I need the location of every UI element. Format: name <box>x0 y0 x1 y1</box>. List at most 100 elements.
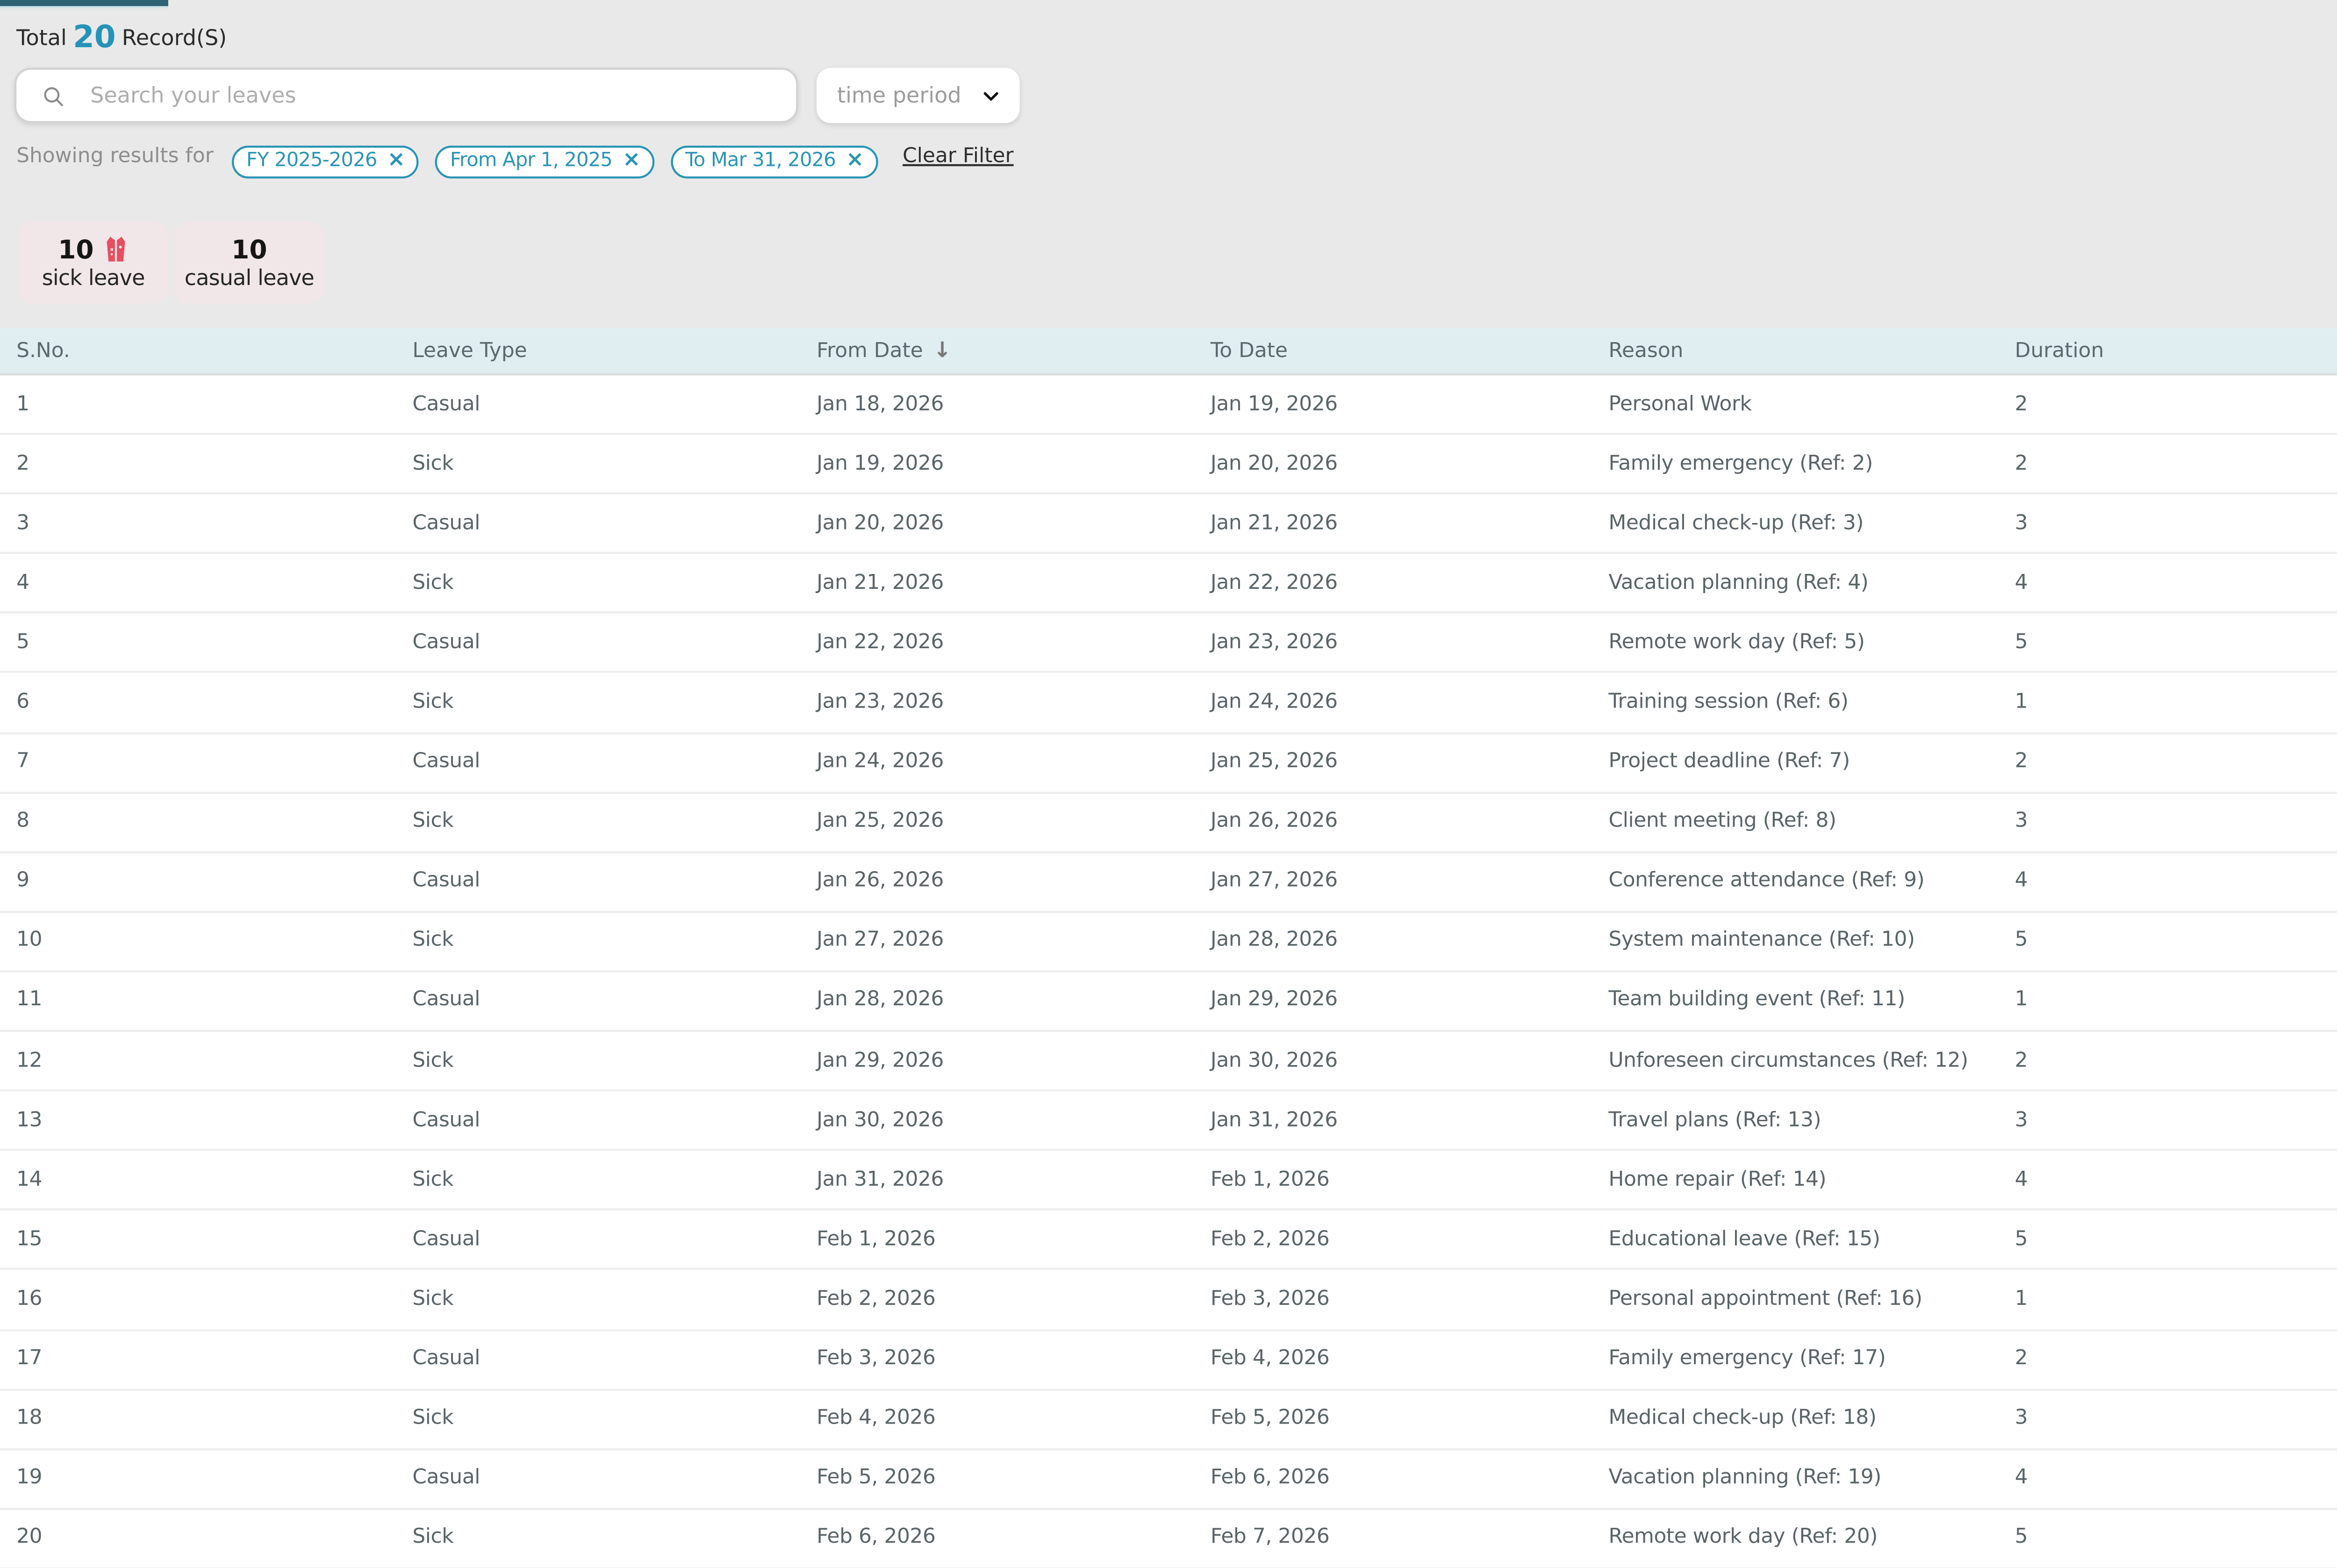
cell-from-date: Jan 18, 2026 <box>817 393 1211 415</box>
table-row: 16SickFeb 2, 2026Feb 3, 2026Personal app… <box>0 1271 2337 1331</box>
table-row: 20SickFeb 6, 2026Feb 7, 2026Remote work … <box>0 1510 2337 1568</box>
stat-label: casual leave <box>185 267 314 292</box>
cell-from-date: Jan 31, 2026 <box>817 1169 1211 1191</box>
table-row: 5CasualJan 22, 2026Jan 23, 2026Remote wo… <box>0 614 2337 674</box>
cell-leave-type: Casual <box>412 512 817 535</box>
column-header-from-date[interactable]: From Date↓ <box>817 338 1211 363</box>
cell-leave-type: Sick <box>412 1050 817 1072</box>
filter-chip: FY 2025-2026 × <box>232 145 419 178</box>
table-row: 7CasualJan 24, 2026Jan 25, 2026Project d… <box>0 734 2337 794</box>
cell-to-date: Feb 4, 2026 <box>1211 1348 1609 1370</box>
filter-chip-label: FY 2025-2026 <box>246 150 377 173</box>
chip-close-icon[interactable]: × <box>623 152 640 171</box>
cell-leave-type: Casual <box>412 393 817 415</box>
cell-leave-type: Casual <box>412 1348 817 1370</box>
cell-from-date: Jan 29, 2026 <box>817 1050 1211 1072</box>
tab-indicator-strip <box>0 6 168 8</box>
clear-filter-link[interactable]: Clear Filter <box>903 146 1014 168</box>
table-row: 18SickFeb 4, 2026Feb 5, 2026Medical chec… <box>0 1390 2337 1450</box>
table-body: 1CasualJan 18, 2026Jan 19, 2026Personal … <box>0 375 2337 1568</box>
leave-balance-cards: 10sick leave10casual leave <box>19 222 324 304</box>
table-row: 9CasualJan 26, 2026Jan 27, 2026Conferenc… <box>0 853 2337 913</box>
cell-sno: 15 <box>16 1229 412 1251</box>
cell-reason: Personal Work <box>1609 393 2015 415</box>
cell-duration: 1 <box>2015 691 2337 714</box>
table-header-row: S.No. Leave Type From Date↓To DateReasonDu… <box>0 328 2337 375</box>
column-header-to-date[interactable]: To Date <box>1211 339 1609 362</box>
cell-from-date: Feb 4, 2026 <box>817 1408 1211 1430</box>
cell-to-date: Jan 22, 2026 <box>1211 572 1609 594</box>
cell-from-date: Jan 28, 2026 <box>817 990 1211 1012</box>
sort-desc-icon[interactable]: ↓ <box>933 338 952 363</box>
cell-from-date: Jan 26, 2026 <box>817 871 1211 893</box>
cell-sno: 17 <box>16 1348 412 1370</box>
total-records-prefix: Total <box>16 26 67 50</box>
cell-to-date: Feb 6, 2026 <box>1211 1468 1609 1490</box>
sick-leave-vest-icon <box>102 234 129 265</box>
cell-duration: 4 <box>2015 871 2337 893</box>
cell-reason: Medical check-up (Ref: 18) <box>1609 1408 2015 1430</box>
cell-reason: Family emergency (Ref: 2) <box>1609 453 2015 475</box>
column-header-leave-type[interactable]: Leave Type <box>412 339 817 362</box>
cell-sno: 16 <box>16 1289 412 1311</box>
table-row: 8SickJan 25, 2026Jan 26, 2026Client meet… <box>0 793 2337 853</box>
table-row: 4SickJan 21, 2026Jan 22, 2026Vacation pl… <box>0 554 2337 614</box>
stat-card-top: 10 <box>231 234 267 265</box>
cell-leave-type: Sick <box>412 691 817 714</box>
cell-to-date: Feb 5, 2026 <box>1211 1408 1609 1430</box>
cell-to-date: Jan 26, 2026 <box>1211 811 1609 833</box>
cell-to-date: Jan 24, 2026 <box>1211 691 1609 714</box>
tab-indicator-bar <box>0 0 168 6</box>
cell-to-date: Jan 20, 2026 <box>1211 453 1609 475</box>
table-row: 3CasualJan 20, 2026Jan 21, 2026Medical c… <box>0 495 2337 555</box>
time-period-value: time period <box>837 83 961 108</box>
cell-sno: 14 <box>16 1169 412 1191</box>
cell-to-date: Feb 1, 2026 <box>1211 1169 1609 1191</box>
chip-close-icon[interactable]: × <box>846 152 864 171</box>
cell-from-date: Feb 3, 2026 <box>817 1348 1211 1370</box>
cell-sno: 11 <box>16 990 412 1012</box>
cell-reason: Vacation planning (Ref: 4) <box>1609 572 2015 594</box>
cell-sno: 20 <box>16 1527 412 1549</box>
column-header-label: Duration <box>2015 339 2104 362</box>
active-tab-indicator <box>0 0 168 8</box>
column-header-reason[interactable]: Reason <box>1609 339 2015 362</box>
cell-duration: 3 <box>2015 1109 2337 1131</box>
cell-leave-type: Casual <box>412 1229 817 1251</box>
cell-duration: 2 <box>2015 453 2337 475</box>
cell-to-date: Feb 3, 2026 <box>1211 1289 1609 1311</box>
cell-to-date: Jan 29, 2026 <box>1211 990 1609 1012</box>
cell-to-date: Jan 25, 2026 <box>1211 751 1609 773</box>
cell-sno: 18 <box>16 1408 412 1430</box>
filter-chip: From Apr 1, 2025× <box>436 145 654 178</box>
total-records: Total 20 Record(S) <box>16 22 227 53</box>
cell-to-date: Jan 31, 2026 <box>1211 1109 1609 1131</box>
chip-close-icon[interactable]: × <box>387 152 405 171</box>
cell-duration: 4 <box>2015 1169 2337 1191</box>
column-header-label: S.No. <box>16 339 70 362</box>
cell-reason: Medical check-up (Ref: 3) <box>1609 512 2015 535</box>
cell-to-date: Feb 2, 2026 <box>1211 1229 1609 1251</box>
search-input[interactable] <box>14 68 798 123</box>
cell-sno: 3 <box>16 512 412 535</box>
column-header-duration[interactable]: Duration <box>2015 339 2337 362</box>
cell-from-date: Feb 2, 2026 <box>817 1289 1211 1311</box>
cell-from-date: Jan 27, 2026 <box>817 930 1211 952</box>
total-records-count: 20 <box>73 22 116 53</box>
search-box <box>14 68 798 123</box>
cell-reason: Vacation planning (Ref: 19) <box>1609 1468 2015 1490</box>
cell-reason: Personal appointment (Ref: 16) <box>1609 1289 2015 1311</box>
cell-from-date: Feb 1, 2026 <box>817 1229 1211 1251</box>
column-header-s-no[interactable]: S.No. <box>16 339 412 362</box>
cell-reason: Educational leave (Ref: 15) <box>1609 1229 2015 1251</box>
column-header-label: Leave Type <box>412 339 527 362</box>
cell-reason: Remote work day (Ref: 5) <box>1609 632 2015 654</box>
cell-sno: 2 <box>16 453 412 475</box>
cell-leave-type: Sick <box>412 572 817 594</box>
cell-leave-type: Casual <box>412 871 817 893</box>
table-row: 2SickJan 19, 2026Jan 20, 2026Family emer… <box>0 435 2337 495</box>
cell-from-date: Feb 6, 2026 <box>817 1527 1211 1549</box>
stat-card-top: 10 <box>58 234 129 265</box>
cell-from-date: Jan 24, 2026 <box>817 751 1211 773</box>
time-period-select[interactable]: time period <box>817 68 1020 123</box>
